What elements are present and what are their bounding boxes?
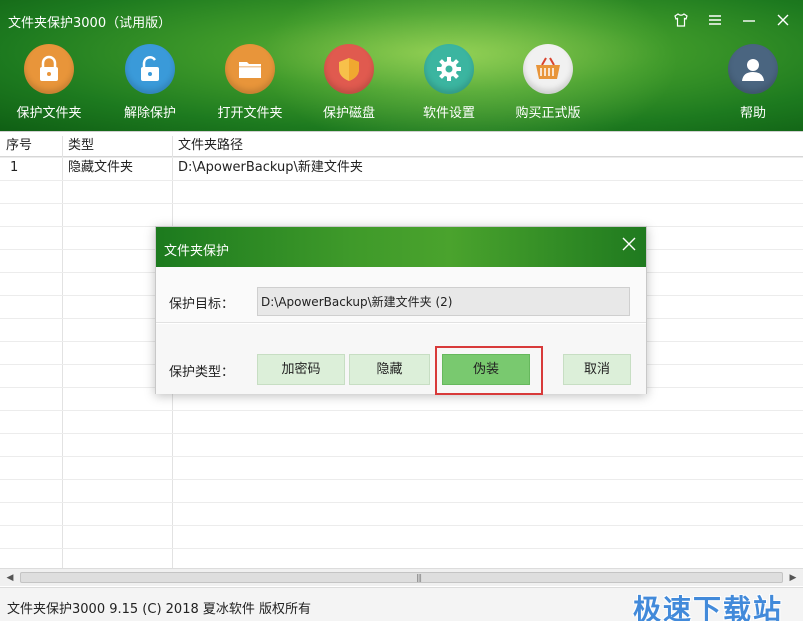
scroll-thumb[interactable]: |||	[20, 572, 783, 583]
target-row: 保护目标： D:\ApowerBackup\新建文件夹 (2)	[156, 267, 646, 323]
watermark-text: 极速下载站	[632, 593, 783, 621]
buy-label: 购买正式版	[515, 106, 581, 121]
shield-icon	[324, 44, 374, 94]
target-label: 保护目标：	[169, 297, 235, 312]
table-row[interactable]: 1 隐藏文件夹 D:\ApowerBackup\新建文件夹	[0, 158, 803, 180]
open-folder-button[interactable]: 打开文件夹	[205, 44, 295, 121]
type-row: 保护类型： 加密码 隐藏 伪装 取消	[156, 324, 646, 394]
shirt-icon[interactable]	[671, 10, 691, 30]
close-icon[interactable]	[773, 10, 793, 30]
help-button[interactable]: 帮助	[708, 44, 798, 121]
encrypt-button[interactable]: 加密码	[257, 354, 345, 385]
protect-disk-label: 保护磁盘	[322, 106, 375, 121]
cancel-button[interactable]: 取消	[563, 354, 631, 385]
type-label: 保护类型：	[169, 365, 235, 380]
buy-button[interactable]: 购买正式版	[503, 44, 593, 121]
horizontal-scrollbar[interactable]: ◀ ||| ▶	[0, 568, 803, 586]
folder-icon	[225, 44, 275, 94]
protect-dialog: 文件夹保护 保护目标： D:\ApowerBackup\新建文件夹 (2) 保护…	[155, 226, 647, 394]
settings-label: 软件设置	[422, 106, 475, 121]
highlight-box	[435, 346, 543, 395]
protect-folder-button[interactable]: 保护文件夹	[4, 44, 94, 121]
window-controls	[671, 10, 793, 30]
lock-closed-icon	[24, 44, 74, 94]
lock-open-icon	[125, 44, 175, 94]
row-path: D:\ApowerBackup\新建文件夹	[178, 160, 363, 175]
scroll-left-icon[interactable]: ◀	[4, 572, 16, 584]
dialog-close-icon[interactable]	[622, 236, 636, 256]
toolbar: 保护文件夹 解除保护 打开文件夹 保护磁盘 软件设置 购买正式版 帮助	[0, 44, 803, 128]
unprotect-label: 解除保护	[123, 106, 176, 121]
unprotect-button[interactable]: 解除保护	[105, 44, 195, 121]
window-title: 文件夹保护3000（试用版）	[8, 16, 172, 31]
user-icon	[728, 44, 778, 94]
settings-button[interactable]: 软件设置	[404, 44, 494, 121]
column-header-path[interactable]: 文件夹路径	[172, 136, 803, 156]
menu-icon[interactable]	[705, 10, 725, 30]
table-header: 序号 类型 文件夹路径	[0, 136, 803, 157]
status-text: 文件夹保护3000 9.15 (C) 2018 夏冰软件 版权所有	[7, 602, 311, 617]
scroll-right-icon[interactable]: ▶	[787, 572, 799, 584]
row-index: 1	[10, 160, 19, 175]
gear-icon	[424, 44, 474, 94]
basket-icon	[523, 44, 573, 94]
protect-disk-button[interactable]: 保护磁盘	[304, 44, 394, 121]
help-label: 帮助	[739, 106, 766, 121]
hide-button[interactable]: 隐藏	[349, 354, 430, 385]
row-type: 隐藏文件夹	[68, 160, 134, 175]
app-header: 文件夹保护3000（试用版） 保护文件夹 解除保护 打开文件夹 保护磁盘 软件设…	[0, 0, 803, 131]
protect-folder-label: 保护文件夹	[16, 106, 82, 121]
open-folder-label: 打开文件夹	[217, 106, 283, 121]
grip-icon: |||	[416, 573, 422, 582]
status-bar: 文件夹保护3000 9.15 (C) 2018 夏冰软件 版权所有 极速下载站	[0, 587, 803, 621]
target-field[interactable]: D:\ApowerBackup\新建文件夹 (2)	[257, 287, 630, 316]
column-header-type[interactable]: 类型	[62, 136, 172, 156]
column-header-index[interactable]: 序号	[0, 136, 62, 156]
minimize-icon[interactable]	[739, 10, 759, 30]
dialog-title: 文件夹保护	[164, 244, 230, 259]
dialog-header: 文件夹保护	[156, 227, 646, 267]
